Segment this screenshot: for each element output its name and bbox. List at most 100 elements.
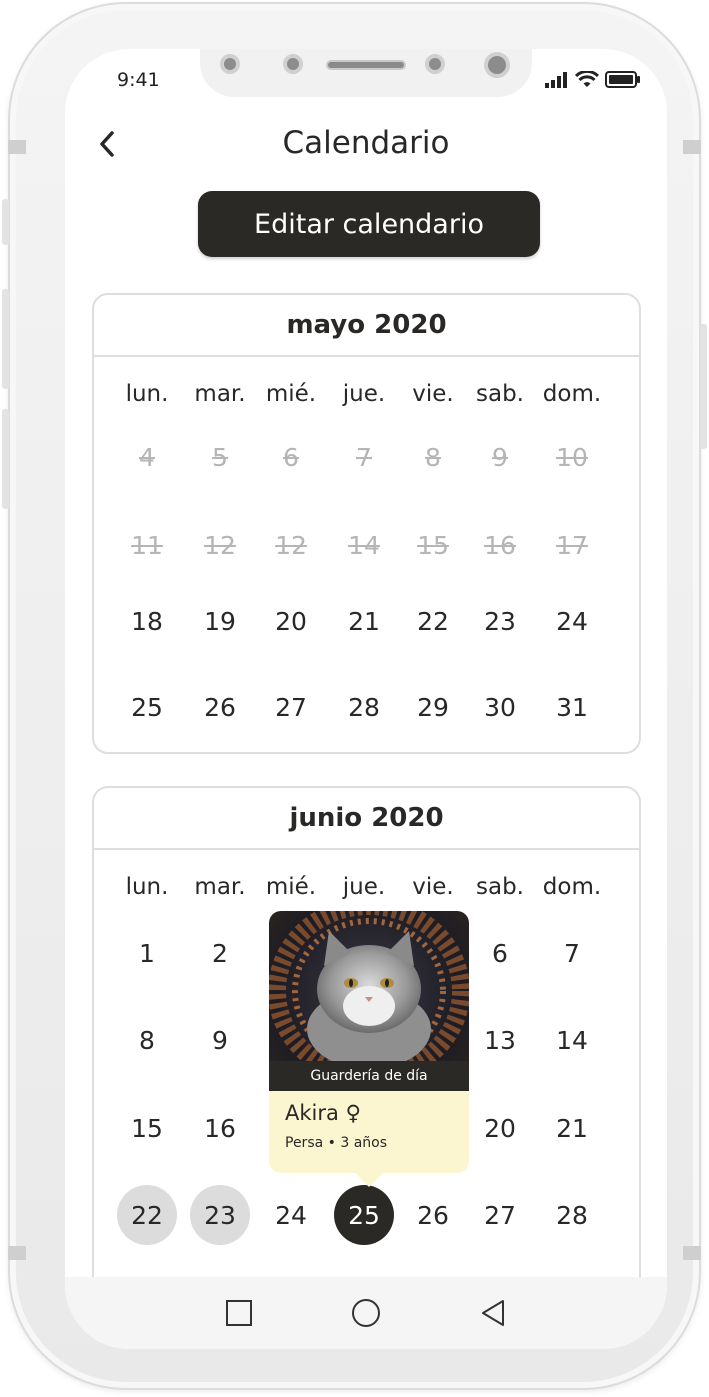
weekday-label: jue. [342,381,386,407]
calendar-day[interactable]: 15 [115,1103,179,1153]
month-title: mayo 2020 [94,295,639,357]
service-label: Guardería de día [269,1061,469,1091]
calendar-day-past: 10 [556,442,588,472]
sensor-dot [283,54,303,74]
popover-pointer [355,1173,383,1187]
calendar-day[interactable]: 19 [188,596,252,646]
weekday-header-row: lun. mar. mié. jue. vie. sab. dom. [94,369,639,419]
pet-info: Akira ♀ Persa • 3 años [269,1091,469,1187]
week-row: 4 5 6 7 8 9 10 [94,432,639,482]
week-row: 18 19 20 21 22 23 24 [94,596,639,646]
weekday-label: jue. [342,874,386,900]
weekday-label: dom. [542,874,602,900]
recent-apps-button[interactable] [222,1296,256,1330]
pet-booking-popover[interactable]: Guardería de día Akira ♀ Persa • 3 años [269,911,469,1187]
weekday-label: mié. [265,874,317,900]
calendar-day-past: 15 [417,530,449,560]
weekday-label: sab. [476,874,524,900]
calendar-day[interactable]: 23 [468,596,532,646]
weekday-label: lun. [125,874,169,900]
calendar-day[interactable]: 29 [401,682,465,732]
calendar-day[interactable]: 21 [332,596,396,646]
calendar-day[interactable]: 1 [115,928,179,978]
pet-photo [269,911,469,1061]
circle-icon [351,1299,380,1327]
calendar-day[interactable]: 24 [259,1190,323,1240]
status-icons [545,71,641,88]
android-nav-bar [65,1277,667,1349]
edit-calendar-button[interactable]: Editar calendario [198,191,540,257]
antenna-band [8,140,26,154]
weekday-label: vie. [412,874,454,900]
weekday-label: lun. [125,381,169,407]
calendar-day-past: 17 [556,530,588,560]
week-row: 22 23 24 25 26 27 28 [94,1185,639,1245]
calendar-day[interactable]: 8 [115,1015,179,1065]
week-row: 25 26 27 28 29 30 31 [94,682,639,732]
screen: 9:41 Calendario Editar calendario mayo 2… [65,49,667,1349]
calendar-day[interactable]: 18 [115,596,179,646]
calendar-day-past: 8 [425,442,441,472]
antenna-band [683,1246,701,1260]
antenna-band [8,1246,26,1260]
side-button [2,289,9,389]
weekday-label: sab. [476,381,524,407]
calendar-day[interactable]: 22 [115,1185,179,1245]
calendar-day-past: 14 [348,530,380,560]
calendar-day-past: 11 [131,530,163,560]
home-button[interactable] [349,1296,383,1330]
triangle-back-icon [482,1300,505,1326]
cat-image [269,911,469,1061]
calendar-day-past: 12 [275,530,307,560]
side-button [700,324,707,449]
calendar-day-past: 4 [139,442,155,472]
wifi-icon [575,71,599,87]
calendar-day[interactable]: 27 [468,1190,532,1240]
notch [200,49,532,97]
weekday-header-row: lun. mar. mié. jue. vie. sab. dom. [94,862,639,912]
back-button[interactable] [476,1296,510,1330]
calendar-day[interactable]: 26 [188,682,252,732]
calendar-day[interactable]: 28 [332,682,396,732]
status-time: 9:41 [117,69,160,91]
calendar-day[interactable]: 20 [259,596,323,646]
front-camera [484,52,510,78]
weekday-label: vie. [412,381,454,407]
pet-name: Akira [285,1101,339,1125]
battery-icon [605,71,640,88]
calendar-day[interactable]: 28 [540,1190,604,1240]
calendar-day-past: 6 [283,442,299,472]
sensor-dot [425,54,445,74]
weekday-label: mar. [194,381,246,407]
calendar-day-past: 5 [212,442,228,472]
sensor-dot [220,54,240,74]
calendar-day[interactable]: 26 [401,1190,465,1240]
calendar-day[interactable]: 25 [332,1185,396,1245]
calendar-day-past: 16 [484,530,516,560]
page-title: Calendario [282,125,450,161]
calendar-day[interactable]: 22 [401,596,465,646]
week-row: 11 12 12 14 15 16 17 [94,520,639,570]
calendar-day[interactable]: 31 [540,682,604,732]
calendar-day[interactable]: 21 [540,1103,604,1153]
calendar-day[interactable]: 30 [468,682,532,732]
calendar-month-may: mayo 2020 lun. mar. mié. jue. vie. sab. dom. 4 5… [92,293,641,754]
pet-name-line: Akira ♀ [285,1101,453,1125]
calendar-day[interactable]: 6 [468,928,532,978]
side-button [2,409,9,509]
calendar-day[interactable]: 24 [540,596,604,646]
calendar-day[interactable]: 23 [188,1185,252,1245]
calendar-day[interactable]: 20 [468,1103,532,1153]
calendar-day[interactable]: 7 [540,928,604,978]
calendar-day[interactable]: 16 [188,1103,252,1153]
speaker-grille [326,60,406,70]
calendar-day[interactable]: 14 [540,1015,604,1065]
phone-frame: 9:41 Calendario Editar calendario mayo 2… [2,2,707,1390]
calendar-day[interactable]: 13 [468,1015,532,1065]
calendar-day[interactable]: 2 [188,928,252,978]
calendar-day[interactable]: 27 [259,682,323,732]
calendar-day[interactable]: 25 [115,682,179,732]
calendar-day[interactable]: 9 [188,1015,252,1065]
side-button [2,199,9,245]
calendar-day-past: 12 [204,530,236,560]
